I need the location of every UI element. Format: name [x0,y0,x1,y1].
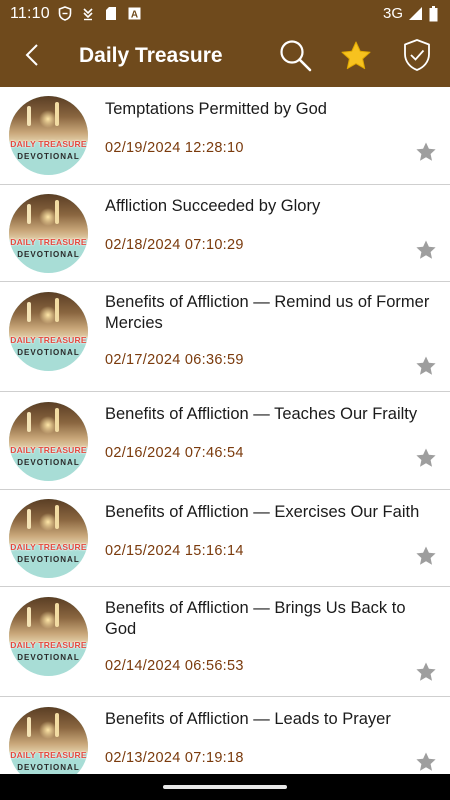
list-item[interactable]: DAILY TREASURE DEVOTIONAL Benefits of Af… [0,392,450,490]
candle-shape [55,200,59,224]
item-date: 02/16/2024 07:46:54 [105,445,244,461]
devotional-thumbnail: DAILY TREASURE DEVOTIONAL [9,194,88,273]
thumbnail-title: DAILY TREASURE [10,445,87,455]
thumbnail-subtitle: DEVOTIONAL [17,152,80,161]
candle-shape [27,412,31,432]
list-item[interactable]: DAILY TREASURE DEVOTIONAL Benefits of Af… [0,282,450,392]
thumbnail-title: DAILY TREASURE [10,750,87,760]
list-item[interactable]: DAILY TREASURE DEVOTIONAL Benefits of Af… [0,697,450,774]
list-item[interactable]: DAILY TREASURE DEVOTIONAL Temptations Pe… [0,87,450,185]
star-outline-icon [415,142,437,167]
status-left: 11:10 A [10,5,142,23]
candle-shape [55,603,59,627]
home-gesture-pill[interactable] [163,785,287,789]
favorite-toggle-button[interactable] [415,447,437,469]
favorites-button[interactable] [340,40,374,74]
sd-card-icon [104,6,119,21]
item-date: 02/15/2024 15:16:14 [105,543,244,559]
thumbnail-title: DAILY TREASURE [10,139,87,149]
thumbnail-subtitle: DEVOTIONAL [17,763,80,772]
item-title: Benefits of Affliction — Leads to Prayer [105,710,391,728]
star-outline-icon [415,662,437,687]
favorite-toggle-button[interactable] [415,751,437,773]
item-date: 02/14/2024 06:56:53 [105,658,244,674]
shield-check-icon [402,39,432,76]
page-title: Daily Treasure [79,44,223,67]
thumbnail-title: DAILY TREASURE [10,335,87,345]
shield-outline-icon [58,6,73,21]
privacy-shield-button[interactable] [402,38,436,74]
star-outline-icon [415,240,437,265]
search-button[interactable] [279,39,313,73]
status-bar: 11:10 A 3G [0,0,450,27]
item-date: 02/18/2024 07:10:29 [105,237,244,253]
item-date: 02/17/2024 06:36:59 [105,352,244,368]
thumbnail-title: DAILY TREASURE [10,542,87,552]
item-title: Benefits of Affliction — Brings Us Back … [105,599,406,638]
thumbnail-title: DAILY TREASURE [10,237,87,247]
item-title: Benefits of Affliction — Teaches Our Fra… [105,405,418,423]
favorite-toggle-button[interactable] [415,239,437,261]
item-title: Benefits of Affliction — Remind us of Fo… [105,293,430,332]
star-outline-icon [415,546,437,571]
candle-shape [55,713,59,737]
candle-shape [55,408,59,432]
list-item[interactable]: DAILY TREASURE DEVOTIONAL Benefits of Af… [0,490,450,587]
devotional-thumbnail: DAILY TREASURE DEVOTIONAL [9,402,88,481]
candle-shape [27,607,31,627]
thumbnail-subtitle: DEVOTIONAL [17,458,80,467]
svg-text:A: A [131,10,138,21]
text-a-icon: A [127,6,142,21]
network-type: 3G [382,5,403,22]
devotional-thumbnail: DAILY TREASURE DEVOTIONAL [9,499,88,578]
candle-shape [27,106,31,126]
item-title: Benefits of Affliction — Exercises Our F… [105,503,420,521]
status-right: 3G [383,5,438,22]
thumbnail-title: DAILY TREASURE [10,640,87,650]
favorite-toggle-button[interactable] [415,355,437,377]
item-title: Affliction Succeeded by Glory [105,197,321,215]
candle-shape [55,102,59,126]
status-time: 11:10 [10,4,50,22]
star-outline-icon [415,448,437,473]
favorite-toggle-button[interactable] [415,141,437,163]
system-nav-bar [0,774,450,800]
thumbnail-subtitle: DEVOTIONAL [17,653,80,662]
signal-icon [408,6,423,21]
devotional-thumbnail: DAILY TREASURE DEVOTIONAL [9,707,88,774]
chevron-left-icon [25,43,39,72]
thumbnail-subtitle: DEVOTIONAL [17,250,80,259]
devotional-thumbnail: DAILY TREASURE DEVOTIONAL [9,597,88,676]
download-arrow-icon [81,6,96,21]
list-item[interactable]: DAILY TREASURE DEVOTIONAL Benefits of Af… [0,587,450,697]
app-bar: Daily Treasure [0,27,450,87]
candle-shape [27,509,31,529]
list-item[interactable]: DAILY TREASURE DEVOTIONAL Affliction Suc… [0,185,450,282]
devotional-list[interactable]: DAILY TREASURE DEVOTIONAL Temptations Pe… [0,87,450,774]
candle-shape [27,204,31,224]
item-date: 02/19/2024 12:28:10 [105,140,244,156]
thumbnail-subtitle: DEVOTIONAL [17,348,80,357]
devotional-thumbnail: DAILY TREASURE DEVOTIONAL [9,96,88,175]
candle-shape [27,302,31,322]
star-outline-icon [415,356,437,381]
item-title: Temptations Permitted by God [105,100,327,118]
devotional-thumbnail: DAILY TREASURE DEVOTIONAL [9,292,88,371]
star-filled-icon [340,41,372,76]
candle-shape [27,717,31,737]
thumbnail-subtitle: DEVOTIONAL [17,555,80,564]
favorite-toggle-button[interactable] [415,545,437,567]
star-outline-icon [415,752,437,774]
favorite-toggle-button[interactable] [415,661,437,683]
candle-shape [55,505,59,529]
search-icon [279,40,313,77]
back-button[interactable] [18,43,46,71]
battery-icon [428,5,438,21]
item-date: 02/13/2024 07:19:18 [105,750,244,766]
candle-shape [55,298,59,322]
